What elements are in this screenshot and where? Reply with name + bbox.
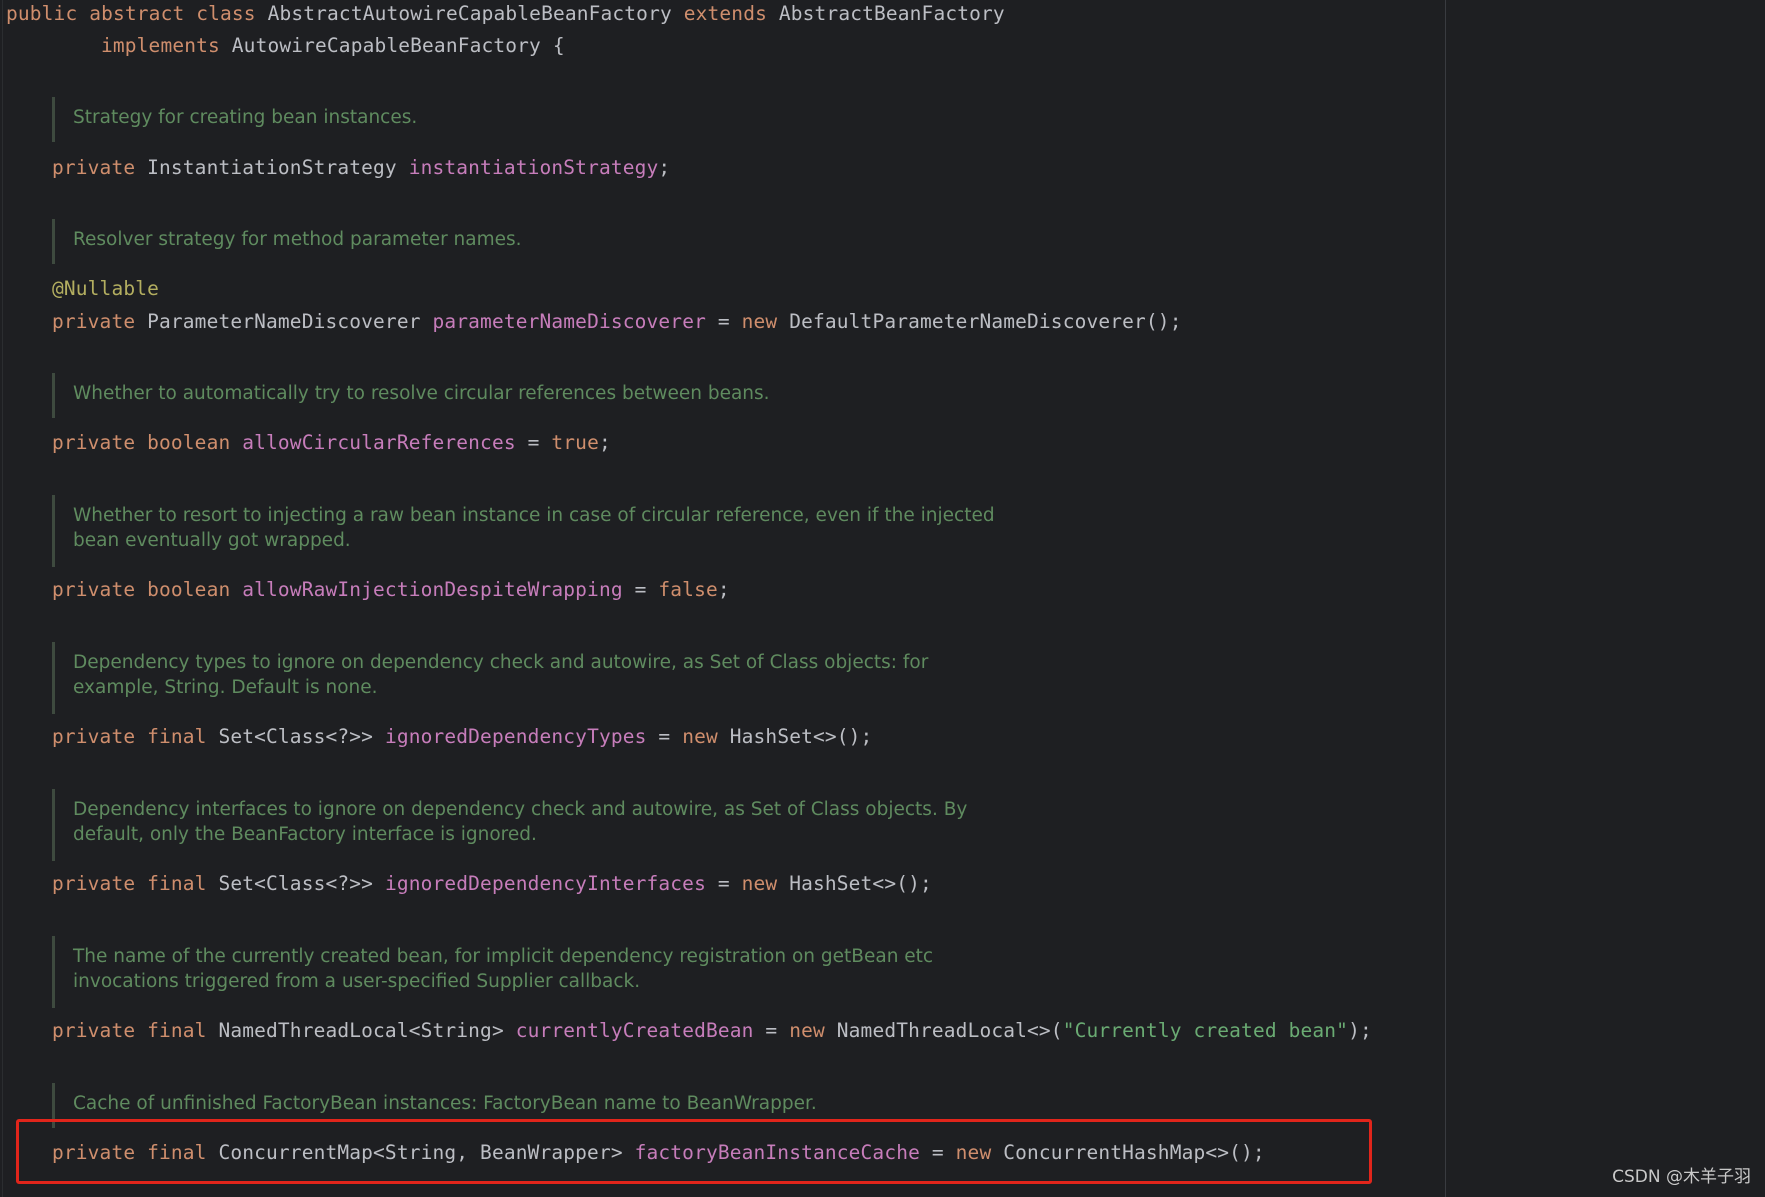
type-name: NamedThreadLocal<String> xyxy=(218,1019,504,1042)
code-text: = xyxy=(646,725,683,748)
field-declaration[interactable]: private boolean allowCircularReferences … xyxy=(52,431,611,455)
doc-comment: Whether to resort to injecting a raw bea… xyxy=(52,495,995,567)
keyword: new xyxy=(741,872,778,895)
keyword: private xyxy=(52,872,136,895)
keyword: private xyxy=(52,156,136,179)
keyword: boolean xyxy=(147,578,231,601)
keyword: true xyxy=(551,431,599,454)
doc-line: invocations triggered from a user-specif… xyxy=(73,971,641,992)
type-name: Set<Class<?>> xyxy=(218,872,374,895)
doc-comment: Strategy for creating bean instances. xyxy=(52,97,992,142)
code-text: ; xyxy=(598,431,611,454)
code-text: HashSet<>(); xyxy=(777,872,932,895)
keyword: boolean xyxy=(147,431,231,454)
doc-line: Dependency interfaces to ignore on depen… xyxy=(73,799,968,820)
keyword: public xyxy=(6,2,78,25)
field-declaration[interactable]: private ParameterNameDiscoverer paramete… xyxy=(52,310,1182,334)
keyword: new xyxy=(741,310,778,333)
code-text: DefaultParameterNameDiscoverer(); xyxy=(777,310,1182,333)
field-name: allowRawInjectionDespiteWrapping xyxy=(242,578,623,601)
gutter-divider xyxy=(2,0,3,1197)
keyword: private xyxy=(52,1019,136,1042)
keyword: extends xyxy=(683,2,767,25)
field-name: currentlyCreatedBean xyxy=(515,1019,754,1042)
field-declaration[interactable]: private final Set<Class<?>> ignoredDepen… xyxy=(52,725,872,749)
code-text: HashSet<>(); xyxy=(717,725,873,748)
field-name: ignoredDependencyInterfaces xyxy=(384,872,706,895)
code-text: = xyxy=(705,872,742,895)
code-text: = xyxy=(622,578,659,601)
code-text: ; xyxy=(717,578,730,601)
annotation-line[interactable]: @Nullable xyxy=(52,277,159,301)
code-text: = xyxy=(515,431,552,454)
keyword: false xyxy=(658,578,718,601)
highlight-box xyxy=(16,1119,1372,1184)
doc-line: Cache of unfinished FactoryBean instance… xyxy=(73,1093,817,1114)
field-name: instantiationStrategy xyxy=(408,156,659,179)
field-name: ignoredDependencyTypes xyxy=(384,725,647,748)
code-editor[interactable]: public abstract class AbstractAutowireCa… xyxy=(0,0,1445,1197)
keyword: implements xyxy=(101,34,220,57)
code-text: = xyxy=(753,1019,790,1042)
string-literal: "Currently created bean" xyxy=(1062,1019,1349,1042)
keyword: new xyxy=(682,725,718,748)
doc-line: Strategy for creating bean instances. xyxy=(73,107,418,128)
doc-line: Whether to automatically try to resolve … xyxy=(73,383,770,404)
implements-line[interactable]: implements AutowireCapableBeanFactory { xyxy=(101,34,565,58)
keyword: final xyxy=(147,725,207,748)
doc-line: bean eventually got wrapped. xyxy=(73,530,351,551)
keyword: abstract xyxy=(89,2,185,25)
class-name: AbstractAutowireCapableBeanFactory xyxy=(267,2,672,25)
field-declaration[interactable]: private final NamedThreadLocal<String> c… xyxy=(52,1019,1372,1043)
keyword: class xyxy=(196,2,256,25)
field-declaration[interactable]: private InstantiationStrategy instantiat… xyxy=(52,156,670,180)
code-text: ); xyxy=(1348,1019,1372,1042)
field-name: allowCircularReferences xyxy=(242,431,516,454)
field-declaration[interactable]: private final Set<Class<?>> ignoredDepen… xyxy=(52,872,932,896)
doc-comment: Resolver strategy for method parameter n… xyxy=(52,219,992,264)
field-declaration[interactable]: private boolean allowRawInjectionDespite… xyxy=(52,578,730,602)
doc-line: example, String. Default is none. xyxy=(73,677,378,698)
code-text: NamedThreadLocal<>( xyxy=(824,1019,1063,1042)
keyword: private xyxy=(52,725,136,748)
keyword: final xyxy=(147,1019,207,1042)
keyword: private xyxy=(52,310,136,333)
keyword: private xyxy=(52,578,136,601)
interface-name: AutowireCapableBeanFactory { xyxy=(231,34,565,57)
doc-comment: Whether to automatically try to resolve … xyxy=(52,373,992,418)
type-name: Set<Class<?>> xyxy=(218,725,374,748)
keyword: final xyxy=(147,872,207,895)
doc-comment: The name of the currently created bean, … xyxy=(52,936,992,1008)
annotation: @Nullable xyxy=(52,277,160,300)
field-name: parameterNameDiscoverer xyxy=(432,310,706,333)
doc-comment: Dependency types to ignore on dependency… xyxy=(52,642,992,714)
watermark: CSDN @木羊子羽 xyxy=(1612,1167,1751,1187)
doc-line: default, only the BeanFactory interface … xyxy=(73,824,537,845)
type-name: ParameterNameDiscoverer xyxy=(147,310,421,333)
keyword: new xyxy=(789,1019,825,1042)
class-declaration-line[interactable]: public abstract class AbstractAutowireCa… xyxy=(6,2,1005,26)
doc-comment: Dependency interfaces to ignore on depen… xyxy=(52,789,992,861)
doc-line: The name of the currently created bean, … xyxy=(73,946,934,967)
doc-line: Resolver strategy for method parameter n… xyxy=(73,229,522,250)
parent-class: AbstractBeanFactory xyxy=(778,2,1005,25)
code-text: ; xyxy=(658,156,671,179)
keyword: private xyxy=(52,431,136,454)
code-text: = xyxy=(705,310,742,333)
type-name: InstantiationStrategy xyxy=(147,156,397,179)
doc-line: Dependency types to ignore on dependency… xyxy=(73,652,929,673)
empty-side-pane xyxy=(1446,0,1765,1197)
doc-line: Whether to resort to injecting a raw bea… xyxy=(73,505,995,526)
